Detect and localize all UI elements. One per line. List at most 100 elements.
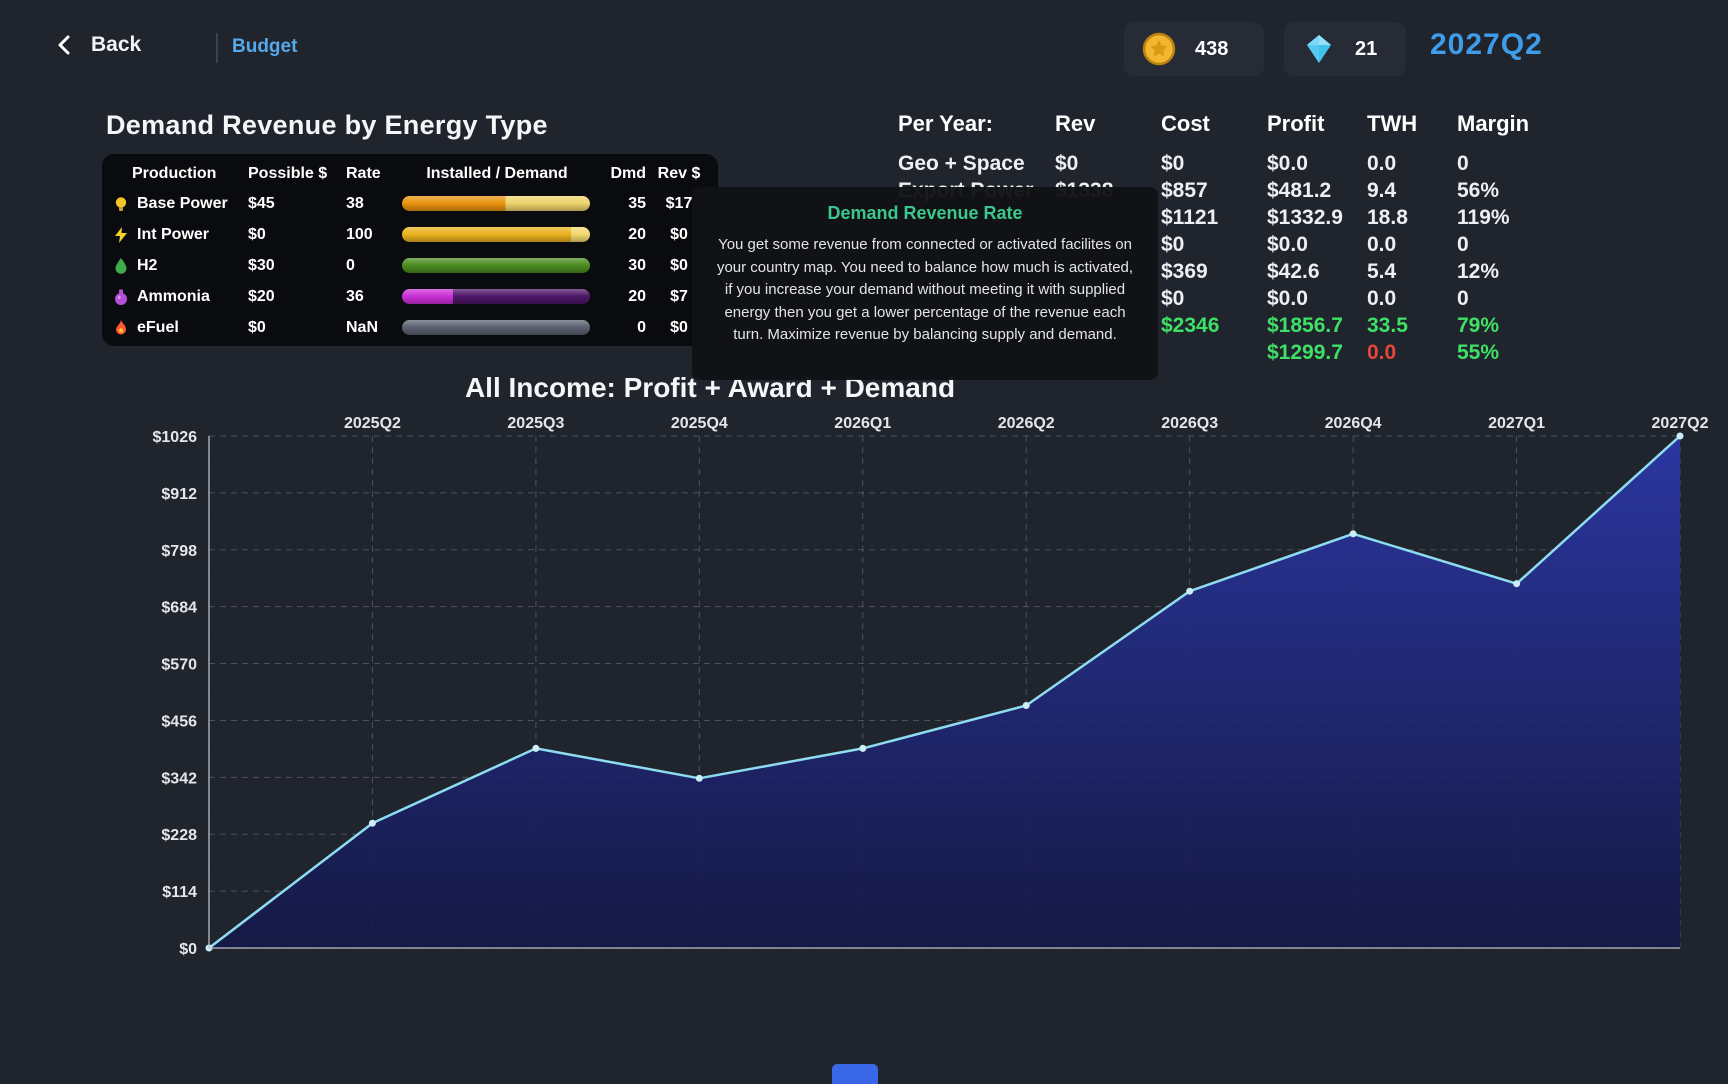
x-tick-label: 2025Q4 xyxy=(671,415,728,432)
current-quarter-label: 2027Q2 xyxy=(1430,28,1543,62)
coin-icon xyxy=(1142,32,1176,66)
coin-counter[interactable]: 438 xyxy=(1124,22,1264,76)
production-name: Base Power xyxy=(137,195,228,213)
data-point xyxy=(1350,530,1357,537)
tooltip-body: You get some revenue from connected or a… xyxy=(716,234,1134,347)
profit-cell: $1856.7 xyxy=(1267,312,1367,339)
gem-count: 21 xyxy=(1355,38,1377,61)
table-row-name: Ammonia xyxy=(112,281,248,312)
y-tick-label: $684 xyxy=(161,600,197,617)
twh-cell: 9.4 xyxy=(1367,177,1457,204)
margin-cell: 56% xyxy=(1457,177,1552,204)
dmd-value: 0 xyxy=(596,312,650,343)
gem-counter[interactable]: 21 xyxy=(1284,22,1406,76)
possible-value: $30 xyxy=(248,250,346,281)
droplet-icon xyxy=(112,257,130,275)
tooltip-title: Demand Revenue Rate xyxy=(716,203,1134,224)
cost-cell: $0 xyxy=(1161,285,1267,312)
margin-cell: 0 xyxy=(1457,285,1552,312)
dmd-value: 30 xyxy=(596,250,650,281)
y-tick-label: $798 xyxy=(161,543,197,560)
production-name: H2 xyxy=(137,257,157,275)
x-tick-label: 2027Q2 xyxy=(1652,415,1709,432)
dmd-value: 20 xyxy=(596,281,650,312)
back-label: Back xyxy=(91,33,141,57)
rate-value: 0 xyxy=(346,250,398,281)
gem-icon xyxy=(1302,32,1336,66)
twh-cell: 5.4 xyxy=(1367,258,1457,285)
profit-cell: $0.0 xyxy=(1267,231,1367,258)
income-chart: $1026 $912 $798 $684 $570 $456 $342 $228 $114 $0 2… xyxy=(0,410,1728,1010)
x-tick-label: 2025Q3 xyxy=(507,415,564,432)
col-header-production: Production xyxy=(112,160,248,188)
col-header-rate: Rate xyxy=(346,160,398,188)
margin-cell: 79% xyxy=(1457,312,1552,339)
cost-cell: $1121 xyxy=(1161,204,1267,231)
margin-cell: 12% xyxy=(1457,258,1552,285)
x-tick-label: 2027Q1 xyxy=(1488,415,1545,432)
production-name: Ammonia xyxy=(137,288,210,306)
dmd-value: 35 xyxy=(596,188,650,219)
cost-cell xyxy=(1161,339,1267,366)
twh-cell: 0.0 xyxy=(1367,150,1457,177)
data-point xyxy=(696,775,703,782)
profit-cell: $481.2 xyxy=(1267,177,1367,204)
rate-value: 36 xyxy=(346,281,398,312)
profit-cell: $42.6 xyxy=(1267,258,1367,285)
col-header-dmd: Dmd xyxy=(596,160,650,188)
cost-cell: $369 xyxy=(1161,258,1267,285)
table-row-name: Base Power xyxy=(112,188,248,219)
y-tick-label: $1026 xyxy=(153,429,198,446)
col-header-profit: Profit xyxy=(1267,108,1367,150)
y-tick-label: $912 xyxy=(161,486,197,503)
profit-cell: $1299.7 xyxy=(1267,339,1367,366)
demand-revenue-rate-tooltip: Demand Revenue Rate You get some revenue… xyxy=(692,187,1158,380)
production-name: eFuel xyxy=(137,319,179,337)
x-tick-label: 2026Q1 xyxy=(834,415,891,432)
col-header-rev: Rev $ xyxy=(650,160,708,188)
margin-cell: 0 xyxy=(1457,231,1552,258)
col-header-cost: Cost xyxy=(1161,108,1267,150)
table-row-name: eFuel xyxy=(112,312,248,343)
data-point xyxy=(1023,702,1030,709)
data-point xyxy=(1677,433,1684,440)
col-header-possible: Possible $ xyxy=(248,160,346,188)
y-tick-label: $228 xyxy=(161,827,197,844)
cost-cell: $857 xyxy=(1161,177,1267,204)
y-tick-label: $570 xyxy=(161,657,197,674)
col-header-installed-demand: Installed / Demand xyxy=(398,160,596,188)
installed-demand-bar xyxy=(402,227,590,242)
x-tick-label: 2025Q2 xyxy=(344,415,401,432)
back-chevron-icon xyxy=(56,34,72,56)
possible-value: $0 xyxy=(248,312,346,343)
lightning-icon xyxy=(112,226,130,244)
back-button[interactable]: Back xyxy=(56,33,141,57)
flame-icon xyxy=(112,319,130,337)
per-year-title: Per Year: xyxy=(898,108,1055,150)
x-tick-label: 2026Q4 xyxy=(1325,415,1382,432)
row-label: Geo + Space xyxy=(898,150,1055,177)
bottom-button[interactable] xyxy=(832,1064,878,1084)
production-name: Int Power xyxy=(137,226,209,244)
data-point xyxy=(1186,588,1193,595)
installed-demand-bar xyxy=(402,289,590,304)
rev-cell: $0 xyxy=(1055,150,1161,177)
demand-revenue-title: Demand Revenue by Energy Type xyxy=(106,110,548,141)
data-point xyxy=(369,820,376,827)
budget-tab[interactable]: Budget xyxy=(232,36,297,58)
rate-value: NaN xyxy=(346,312,398,343)
possible-value: $20 xyxy=(248,281,346,312)
y-tick-label: $342 xyxy=(161,770,197,787)
y-tick-label: $0 xyxy=(179,941,197,958)
col-header-twh: TWH xyxy=(1367,108,1457,150)
bulb-icon xyxy=(112,195,130,213)
coin-count: 438 xyxy=(1195,38,1228,61)
table-row-name: Int Power xyxy=(112,219,248,250)
data-point xyxy=(1513,580,1520,587)
y-tick-label: $456 xyxy=(161,713,197,730)
profit-cell: $1332.9 xyxy=(1267,204,1367,231)
cost-cell: $2346 xyxy=(1161,312,1267,339)
y-tick-label: $114 xyxy=(162,884,197,901)
margin-cell: 119% xyxy=(1457,204,1552,231)
rate-value: 100 xyxy=(346,219,398,250)
